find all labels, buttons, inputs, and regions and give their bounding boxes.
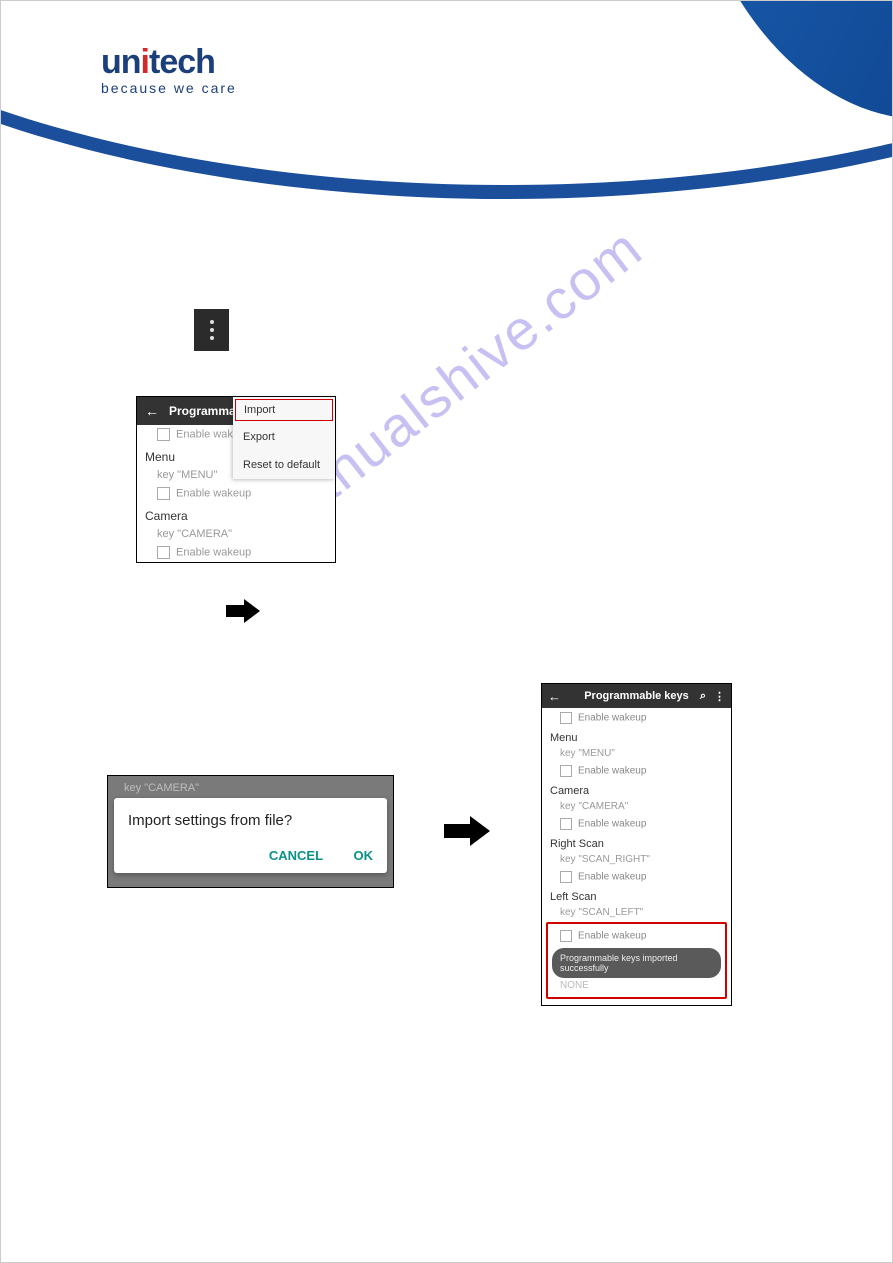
search-icon[interactable]: ⌕ <box>700 690 706 703</box>
list-item: key "SCAN_LEFT" <box>542 905 731 920</box>
screenshot-result-toast: ← Programmable keys ⌕ ⋮ Enable wakeup Me… <box>541 683 732 1006</box>
more-vertical-icon <box>194 309 229 351</box>
appbar-title: Programma <box>169 404 236 418</box>
enable-wakeup-label: Enable wakeup <box>578 713 646 724</box>
list-item: Enable wakeup <box>137 484 335 503</box>
back-icon[interactable]: ← <box>145 403 159 419</box>
header-swoosh <box>0 0 893 199</box>
list-item: Enable wakeup <box>137 543 335 562</box>
checkbox-icon[interactable] <box>157 546 170 559</box>
section-left-scan: Left Scan <box>542 887 731 905</box>
menu-item-import[interactable]: Import <box>235 399 333 421</box>
back-icon[interactable]: ← <box>548 689 561 704</box>
list-item: NONE <box>550 978 723 993</box>
brand-part: tech <box>149 43 215 81</box>
checkbox-icon[interactable] <box>560 930 572 942</box>
list-item: key "CAMERA" <box>137 525 335 543</box>
menu-item-reset[interactable]: Reset to default <box>233 451 335 479</box>
screenshot-import-dialog: key "CAMERA" Import settings from file? … <box>107 775 394 888</box>
toast-highlight: Enable wakeup Programmable keys imported… <box>542 920 731 1005</box>
list-item: key "MENU" <box>542 746 731 761</box>
enable-wakeup-label: Enable wakeup <box>176 487 251 499</box>
bg-label: key "CAMERA" <box>114 782 387 798</box>
enable-wakeup-label: Enable wakeup <box>578 931 646 942</box>
list-item: key "CAMERA" <box>542 799 731 814</box>
checkbox-icon[interactable] <box>157 487 170 500</box>
cancel-button[interactable]: CANCEL <box>269 848 323 863</box>
section-right-scan: Right Scan <box>542 834 731 852</box>
document-page: unitech because we care manualshive.com … <box>0 0 893 1263</box>
dialog-title: Import settings from file? <box>128 812 373 829</box>
checkbox-icon[interactable] <box>157 428 170 441</box>
section-camera: Camera <box>542 781 731 799</box>
brand-wordmark: unitech <box>101 43 237 82</box>
arrow-icon <box>444 816 490 846</box>
enable-wakeup-label: Enable wakeup <box>578 872 646 883</box>
appbar-title: Programmable keys <box>584 690 689 702</box>
enable-wakeup-label: Enable wakeup <box>176 546 251 558</box>
list-item: Enable wakeup <box>542 814 731 834</box>
list-item: Enable wakeup <box>542 867 731 887</box>
screenshot-programmable-menu: ← Programma Enable wakeup Menu key "MENU… <box>136 396 336 563</box>
more-vertical-icon[interactable]: ⋮ <box>714 690 725 703</box>
list-item: Enable wakeup <box>542 708 731 728</box>
brand-i: i <box>141 43 149 81</box>
brand-part: un <box>101 43 141 81</box>
checkbox-icon[interactable] <box>560 871 572 883</box>
ok-button[interactable]: OK <box>354 848 374 863</box>
list-item: Enable wakeup <box>542 761 731 781</box>
list-item: key "SCAN_RIGHT" <box>542 852 731 867</box>
arrow-icon <box>226 599 260 623</box>
logo: unitech because we care <box>101 43 237 96</box>
enable-wakeup-label: Enable wakeup <box>578 819 646 830</box>
toast: Programmable keys imported successfully <box>552 948 721 978</box>
checkbox-icon[interactable] <box>560 818 572 830</box>
section-menu: Menu <box>542 728 731 746</box>
section-camera: Camera <box>137 503 335 525</box>
overflow-menu: Import Export Reset to default <box>233 397 335 479</box>
checkbox-icon[interactable] <box>560 765 572 777</box>
brand-tagline: because we care <box>101 80 237 96</box>
menu-item-export[interactable]: Export <box>233 423 335 451</box>
appbar: ← Programmable keys ⌕ ⋮ <box>542 684 731 708</box>
dialog: Import settings from file? CANCEL OK <box>114 798 387 873</box>
enable-wakeup-label: Enable wakeup <box>578 766 646 777</box>
checkbox-icon[interactable] <box>560 712 572 724</box>
list-item: Enable wakeup <box>550 926 723 946</box>
